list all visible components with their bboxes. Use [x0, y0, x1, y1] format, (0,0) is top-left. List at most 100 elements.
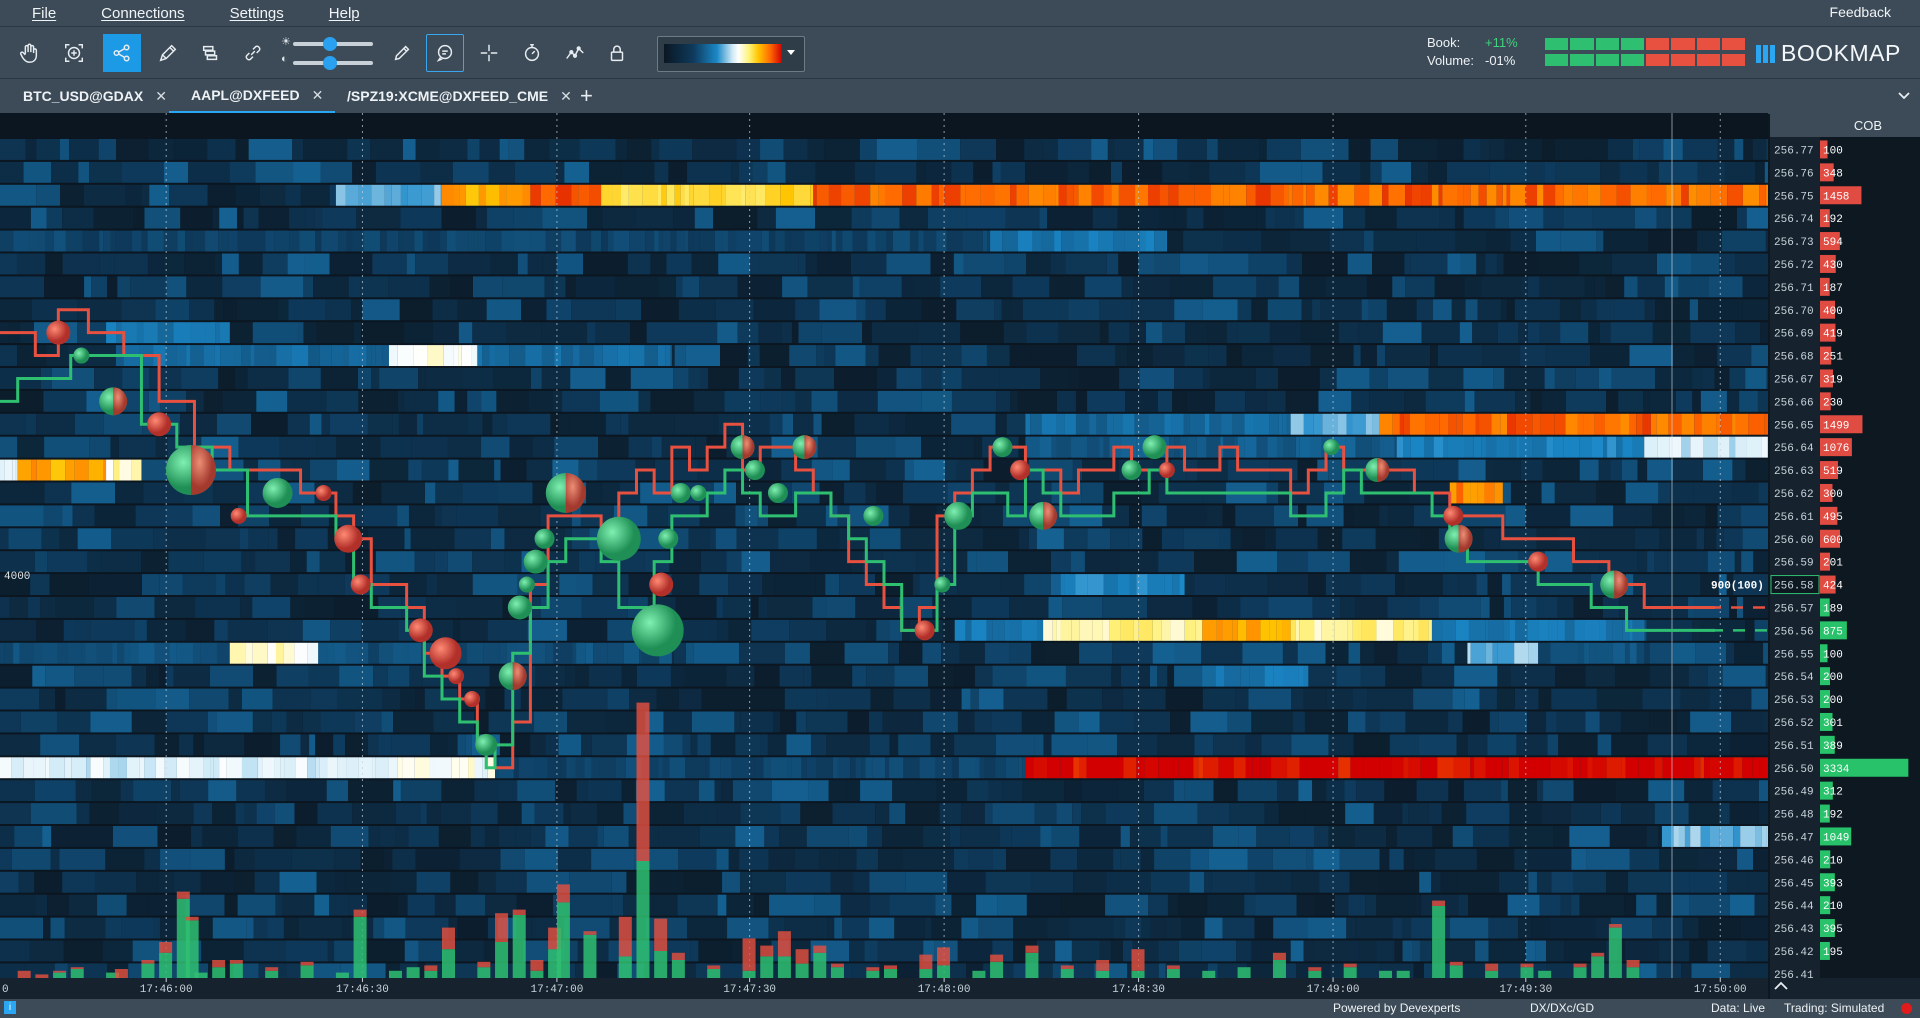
heat-cell	[0, 436, 18, 458]
heat-cell	[561, 322, 588, 344]
heat-cell	[1291, 734, 1329, 756]
heat-cell	[922, 642, 942, 664]
heat-cell	[737, 322, 759, 344]
crosshair-icon[interactable]	[470, 34, 508, 72]
heat-cell	[472, 322, 507, 344]
heat-cell	[1131, 299, 1175, 321]
heat-band-cell	[1173, 757, 1179, 779]
feedback-link[interactable]: Feedback	[1830, 4, 1891, 20]
chat-icon[interactable]	[426, 34, 464, 72]
heat-cell	[154, 597, 196, 618]
heat-cell	[1360, 665, 1386, 687]
link-icon[interactable]	[234, 34, 272, 72]
heat-cell	[367, 413, 393, 435]
heat-band-cell	[1032, 230, 1042, 252]
hand-icon[interactable]	[10, 34, 48, 72]
chevron-down-icon[interactable]	[1886, 82, 1920, 110]
heat-cell	[303, 276, 314, 298]
heat-cell	[951, 894, 977, 916]
brightness-slider[interactable]	[293, 37, 373, 51]
heat-cell	[928, 207, 967, 229]
heat-cell	[1120, 665, 1140, 687]
heat-cell	[1762, 711, 1768, 733]
tab-spz19[interactable]: /SPZ19:XCME@DXFEED_CME ✕	[347, 79, 572, 113]
heat-cell	[1245, 734, 1262, 756]
heat-cell	[1011, 826, 1041, 847]
pen-icon[interactable]	[383, 34, 421, 72]
share-icon[interactable]	[103, 34, 141, 72]
heat-cell	[764, 826, 780, 847]
heat-cell	[889, 894, 936, 916]
heat-cell	[534, 803, 564, 824]
heat-band-cell	[13, 642, 20, 664]
heat-band-cell	[427, 345, 444, 366]
heat-cell	[1264, 528, 1276, 550]
heat-band-cell	[1380, 436, 1384, 458]
heat-band-cell	[561, 230, 576, 252]
contrast-slider-knob[interactable]	[322, 56, 337, 70]
heat-cell	[1370, 161, 1382, 183]
menu-file[interactable]: File	[18, 5, 70, 22]
heat-band-cell	[1232, 413, 1245, 435]
heat-cell	[1411, 161, 1429, 183]
heat-cell	[1057, 139, 1092, 160]
heat-band-cell	[1178, 757, 1194, 779]
heat-cell	[1113, 917, 1125, 939]
heat-band-cell	[1438, 184, 1443, 206]
add-tab-button[interactable]: +	[580, 83, 593, 109]
menu-settings[interactable]: Settings	[216, 5, 298, 22]
heat-cell	[770, 551, 811, 573]
heat-band-cell	[1671, 757, 1687, 779]
menu-connections[interactable]: Connections	[87, 5, 198, 22]
brightness-slider-knob[interactable]	[322, 37, 337, 51]
pencil-icon[interactable]	[149, 34, 187, 72]
heat-cell	[1213, 276, 1257, 298]
contrast-slider[interactable]	[293, 56, 373, 70]
lock-icon[interactable]	[598, 34, 636, 72]
heatmap-svg[interactable]: COB4000256.77 100256.76 348256.75 1458256.7…	[0, 113, 1920, 999]
heat-cell	[1464, 390, 1475, 412]
heat-cell	[1292, 711, 1305, 733]
meter-segment	[1721, 54, 1745, 66]
close-icon[interactable]: ✕	[155, 88, 167, 105]
zoom-icon[interactable]	[55, 34, 93, 72]
tab-aapl[interactable]: AAPL@DXFEED ✕	[169, 79, 336, 113]
colormap-select[interactable]	[657, 36, 805, 72]
heat-band-cell	[147, 230, 164, 252]
heat-cell	[118, 803, 156, 824]
heat-cell	[569, 871, 612, 893]
heat-band-cell	[1313, 413, 1323, 435]
heat-band-cell	[237, 230, 252, 252]
heat-cell	[1551, 688, 1597, 710]
close-icon[interactable]: ✕	[560, 88, 572, 105]
heat-band-cell	[1264, 757, 1272, 779]
volume-label: Volume:	[1427, 53, 1474, 68]
heat-band-cell	[1540, 413, 1555, 435]
heat-band-cell	[1474, 757, 1486, 779]
volume-bar-bid	[1573, 967, 1587, 978]
heat-cell	[1504, 368, 1545, 389]
volume-axis-label: 4000	[4, 571, 30, 583]
heat-cell	[254, 871, 280, 893]
stopwatch-icon[interactable]	[513, 34, 551, 72]
line-chart-icon[interactable]	[556, 34, 594, 72]
heat-cell	[1159, 207, 1175, 229]
heat-cell	[1527, 711, 1546, 733]
heat-cell	[1599, 322, 1611, 344]
heat-cell	[1108, 322, 1130, 344]
tab-btc-usd[interactable]: BTC_USD@GDAX ✕	[23, 79, 167, 113]
heat-band-cell	[1158, 757, 1174, 779]
heat-band-cell	[429, 757, 436, 779]
layers-icon[interactable]	[192, 34, 230, 72]
heat-cell	[1735, 322, 1761, 344]
heat-cell	[1064, 780, 1082, 802]
heatmap-chart[interactable]: COB 4000 256.77 100 256.76 348 256.75 1458 256.7…	[0, 113, 1920, 999]
heat-band-cell	[1056, 619, 1061, 641]
heat-band-cell	[1562, 642, 1579, 664]
heat-band-cell	[1328, 184, 1338, 206]
heat-cell	[1659, 230, 1698, 252]
heat-cell	[1404, 253, 1411, 275]
close-icon[interactable]: ✕	[312, 87, 324, 104]
menu-help[interactable]: Help	[315, 5, 374, 22]
heat-cell	[148, 894, 179, 916]
